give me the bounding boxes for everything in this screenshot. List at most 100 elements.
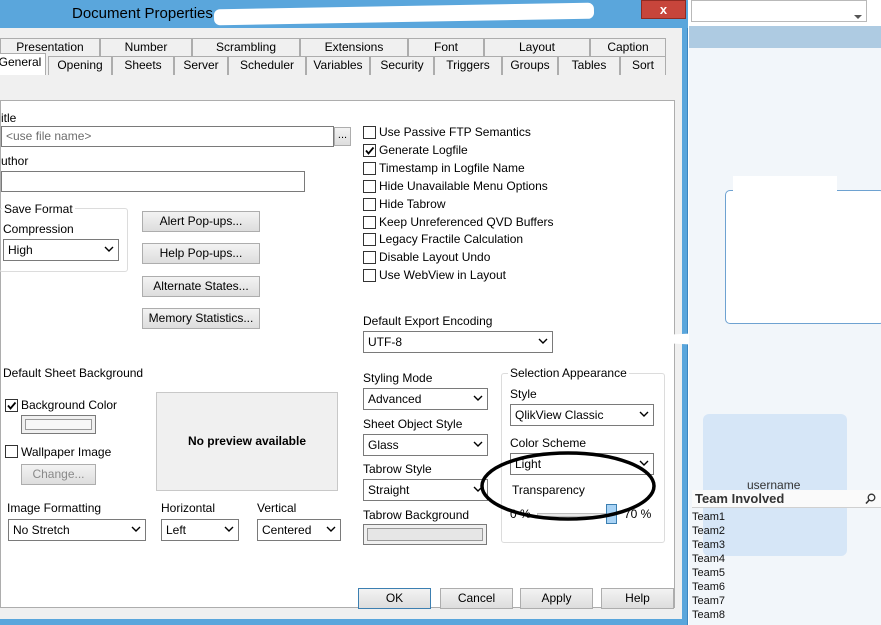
option-checkbox[interactable]: [363, 216, 376, 229]
compression-select[interactable]: High: [3, 239, 119, 261]
background-color-checkbox[interactable]: [5, 399, 18, 412]
scribble-redaction: [733, 176, 837, 300]
option-checkbox-label: Hide Unavailable Menu Options: [379, 179, 548, 193]
list-item[interactable]: Team2: [692, 524, 881, 538]
list-item[interactable]: Team7: [692, 594, 881, 608]
option-checkbox[interactable]: [363, 233, 376, 246]
option-checkbox-label: Hide Tabrow: [379, 197, 446, 211]
preview-text: No preview available: [187, 434, 307, 448]
option-checkbox[interactable]: [363, 198, 376, 211]
tab-tables[interactable]: Tables: [558, 56, 620, 75]
listbox-items: Team1 Team2 Team3 Team4 Team5 Team6 Team7 Team8: [692, 510, 881, 622]
list-item[interactable]: Team6: [692, 580, 881, 594]
list-item[interactable]: Team1: [692, 510, 881, 524]
chevron-down-icon: [131, 524, 141, 534]
option-checkbox[interactable]: [363, 126, 376, 139]
help-popups-button[interactable]: Help Pop-ups...: [142, 243, 260, 264]
option-checkbox-label: Keep Unreferenced QVD Buffers: [379, 215, 554, 229]
tab-general[interactable]: General: [0, 53, 46, 75]
tab-font[interactable]: Font: [408, 38, 484, 57]
tab-number[interactable]: Number: [100, 38, 192, 57]
background-color-label: Background Color: [21, 398, 118, 412]
title-browse-button[interactable]: ...: [334, 127, 351, 146]
option-checkbox-label: Use Passive FTP Semantics: [379, 125, 531, 139]
tab-sheets[interactable]: Sheets: [112, 56, 174, 75]
wallpaper-image-checkbox[interactable]: [5, 445, 18, 458]
alternate-states-button[interactable]: Alternate States...: [142, 276, 260, 297]
sheet-object-style-value: Glass: [368, 438, 399, 452]
ok-button[interactable]: OK: [358, 588, 431, 609]
selection-style-label: Style: [510, 387, 537, 401]
memory-statistics-button[interactable]: Memory Statistics...: [142, 308, 260, 329]
compression-label: Compression: [3, 222, 74, 236]
vertical-select[interactable]: Centered: [257, 519, 341, 541]
tab-security[interactable]: Security: [370, 56, 434, 75]
cancel-button[interactable]: Cancel: [440, 588, 513, 609]
alert-popups-button[interactable]: Alert Pop-ups...: [142, 211, 260, 232]
vertical-value: Centered: [262, 523, 312, 537]
chevron-down-icon: [538, 336, 548, 346]
tabrow-style-select[interactable]: Straight: [363, 479, 488, 501]
list-item[interactable]: Team8: [692, 608, 881, 622]
export-encoding-select[interactable]: UTF-8: [363, 331, 553, 353]
horizontal-label: Horizontal: [161, 501, 216, 515]
list-item[interactable]: Team3: [692, 538, 881, 552]
dialog-client-area: Presentation Number Scrambling Extensions Fo…: [0, 28, 682, 619]
help-button[interactable]: Help: [601, 588, 674, 609]
general-tab-panel: itle <use file name> ... uthor Save Form…: [0, 100, 675, 608]
close-button[interactable]: x: [641, 0, 686, 19]
tab-caption[interactable]: Caption: [590, 38, 666, 57]
list-item[interactable]: Team5: [692, 566, 881, 580]
tab-extensions[interactable]: Extensions: [300, 38, 408, 57]
chevron-down-icon: [473, 393, 483, 403]
image-formatting-select[interactable]: No Stretch: [8, 519, 146, 541]
tab-triggers[interactable]: Triggers: [434, 56, 502, 75]
tab-scheduler[interactable]: Scheduler: [228, 56, 306, 75]
sheet-object-style-select[interactable]: Glass: [363, 434, 488, 456]
document-properties-dialog: Document Properties x Presentation Number…: [0, 0, 688, 625]
dialog-title: Document Properties: [72, 5, 213, 22]
selection-style-select[interactable]: QlikView Classic: [510, 404, 654, 426]
option-checkbox[interactable]: [363, 162, 376, 175]
styling-mode-select[interactable]: Advanced: [363, 388, 488, 410]
list-item[interactable]: Team4: [692, 552, 881, 566]
horizontal-select[interactable]: Left: [161, 519, 239, 541]
title-redaction: [213, 2, 595, 26]
title-input[interactable]: <use file name>: [1, 126, 334, 147]
tab-layout[interactable]: Layout: [484, 38, 590, 57]
image-formatting-value: No Stretch: [13, 523, 70, 537]
option-checkbox[interactable]: [363, 251, 376, 264]
save-format-label: Save Format: [2, 202, 75, 216]
tab-server[interactable]: Server: [174, 56, 228, 75]
background-color-swatch[interactable]: [21, 415, 96, 434]
option-checkbox[interactable]: [363, 144, 376, 157]
tab-sort[interactable]: Sort: [620, 56, 666, 75]
tab-scrambling[interactable]: Scrambling: [192, 38, 300, 57]
option-checkbox[interactable]: [363, 180, 376, 193]
apply-button[interactable]: Apply: [520, 588, 593, 609]
listbox-title: Team Involved: [695, 491, 785, 506]
title-label: itle: [1, 111, 17, 125]
tabrow-background-label: Tabrow Background: [363, 508, 470, 522]
checkmark-icon: [365, 146, 375, 155]
vertical-label: Vertical: [257, 501, 297, 515]
sheet-header-strip: [689, 26, 881, 48]
title-bar[interactable]: Document Properties x: [0, 0, 688, 28]
option-checkbox[interactable]: [363, 269, 376, 282]
tabrow-background-swatch[interactable]: [363, 524, 487, 545]
tab-groups[interactable]: Groups: [502, 56, 558, 75]
top-dropdown[interactable]: [691, 0, 867, 22]
tab-variables[interactable]: Variables: [306, 56, 370, 75]
team-listbox[interactable]: Team Involved Team1 Team2 Team3 Team4 Team5 T…: [692, 490, 881, 625]
tab-opening[interactable]: Opening: [48, 56, 112, 75]
chevron-down-icon: [104, 244, 114, 254]
tabrow-style-value: Straight: [368, 483, 410, 497]
search-icon[interactable]: [865, 493, 876, 507]
author-input[interactable]: [1, 171, 305, 192]
chevron-down-icon: [224, 524, 234, 534]
option-checkbox-label: Use WebView in Layout: [379, 268, 506, 282]
styling-mode-label: Styling Mode: [363, 371, 433, 385]
change-wallpaper-button[interactable]: Change...: [21, 464, 96, 485]
chevron-down-icon: [326, 524, 336, 534]
export-encoding-label: Default Export Encoding: [363, 314, 493, 328]
